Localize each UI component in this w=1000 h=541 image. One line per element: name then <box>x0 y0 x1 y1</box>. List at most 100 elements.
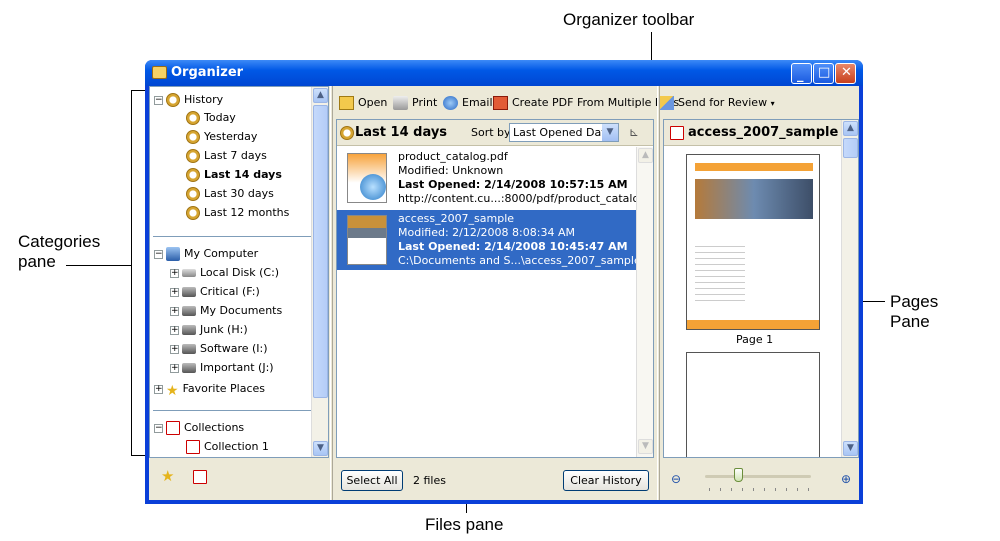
clock-icon <box>186 149 200 163</box>
sort-by-label: Sort by <box>471 126 511 139</box>
categories-pane: − History Today Yesterday Last 7 days Las… <box>149 86 329 458</box>
tree-history[interactable]: − History <box>154 91 223 109</box>
maximize-button[interactable]: □ <box>813 63 834 84</box>
open-button[interactable]: Open <box>339 95 387 111</box>
expand-icon[interactable]: + <box>170 287 179 297</box>
history-icon <box>166 93 180 107</box>
minimize-button[interactable]: _ <box>791 63 812 84</box>
dropdown-arrow-icon[interactable]: ▾ <box>771 99 775 108</box>
file-row-selected[interactable]: access_2007_sample Modified: 2/12/2008 8… <box>337 210 653 270</box>
zoom-out-icon[interactable]: ⊖ <box>671 472 681 486</box>
review-icon <box>659 96 674 110</box>
sort-order-icon[interactable]: ⊾ <box>629 125 639 139</box>
tree-today[interactable]: Today <box>186 109 236 127</box>
add-favorite-icon[interactable]: ★ <box>161 467 174 485</box>
collection-icon <box>186 440 200 454</box>
pages-heading: access_2007_sample <box>688 125 839 140</box>
file-modified: Modified: Unknown <box>398 164 504 177</box>
expand-icon[interactable]: + <box>170 363 179 373</box>
scroll-down-arrow-icon[interactable]: ▼ <box>638 439 653 454</box>
scroll-down-arrow-icon[interactable]: ▼ <box>843 441 858 456</box>
files-pane: Last 14 days Sort by Last Opened Date ▼ ⊾… <box>336 119 654 458</box>
tree-my-computer[interactable]: − My Computer <box>154 245 258 263</box>
categories-scrollbar[interactable]: ▲ ▼ <box>311 87 328 457</box>
collapse-icon[interactable]: − <box>154 95 163 105</box>
section-divider <box>153 410 311 411</box>
categories-callout: Categories pane <box>18 232 101 271</box>
tree-collections[interactable]: − Collections <box>154 419 244 437</box>
network-drive-icon <box>182 306 196 316</box>
file-name: product_catalog.pdf <box>398 150 508 163</box>
network-drive-icon <box>182 363 196 373</box>
email-icon <box>443 96 458 110</box>
close-button[interactable]: ✕ <box>835 63 856 84</box>
toolbar-callout: Organizer toolbar <box>563 10 695 29</box>
files-scrollbar[interactable]: ▲ ▼ <box>636 147 653 457</box>
computer-icon <box>166 247 180 261</box>
file-row[interactable]: product_catalog.pdf Modified: Unknown La… <box>337 148 653 208</box>
zoom-slider-thumb[interactable] <box>734 468 743 482</box>
splitter-left[interactable] <box>330 86 333 500</box>
clear-history-button[interactable]: Clear History <box>563 470 649 491</box>
tree-important[interactable]: + Important (J:) <box>170 359 274 377</box>
files-heading: Last 14 days <box>355 125 448 140</box>
page-thumbnail[interactable] <box>686 154 820 330</box>
collapse-icon[interactable]: − <box>154 423 163 433</box>
network-drive-icon <box>182 344 196 354</box>
create-pdf-button[interactable]: Create PDF From Multiple Files <box>493 95 679 111</box>
scroll-up-arrow-icon[interactable]: ▲ <box>313 88 328 103</box>
tree-yesterday[interactable]: Yesterday <box>186 128 257 146</box>
tree-local-disk[interactable]: + Local Disk (C:) <box>170 264 279 282</box>
pages-scrollbar[interactable]: ▲ ▼ <box>841 120 858 457</box>
file-modified: Modified: 2/12/2008 8:08:34 AM <box>398 226 575 239</box>
send-for-review-button[interactable]: Send for Review ▾ <box>659 95 775 111</box>
sort-select[interactable]: Last Opened Date ▼ <box>509 123 619 142</box>
scroll-up-arrow-icon[interactable]: ▲ <box>843 121 858 136</box>
window-client: − History Today Yesterday Last 7 days Las… <box>149 86 859 500</box>
network-drive-icon <box>182 287 196 297</box>
splitter-right[interactable] <box>657 86 660 500</box>
organizer-toolbar: Open Print Email Create PDF From Multipl… <box>333 86 859 116</box>
tree-last-12-months[interactable]: Last 12 months <box>186 204 289 222</box>
file-last-opened: Last Opened: 2/14/2008 10:45:47 AM <box>398 240 628 253</box>
email-button[interactable]: Email <box>443 95 493 111</box>
tree-my-documents[interactable]: + My Documents <box>170 302 282 320</box>
expand-icon[interactable]: + <box>170 344 179 354</box>
page-thumbnail[interactable] <box>686 352 820 457</box>
title-bar: Organizer _ □ ✕ <box>145 60 863 86</box>
clock-icon <box>186 168 200 182</box>
print-button[interactable]: Print <box>393 95 437 111</box>
file-path: http://content.cu...:8000/pdf/product_ca… <box>398 192 654 205</box>
pages-callout: Pages Pane <box>890 292 939 331</box>
zoom-in-icon[interactable]: ⊕ <box>841 472 851 486</box>
file-name: access_2007_sample <box>398 212 515 225</box>
printer-icon <box>393 96 408 110</box>
tree-favorite-places[interactable]: + ★ Favorite Places <box>154 380 265 399</box>
tree-junk[interactable]: + Junk (H:) <box>170 321 248 339</box>
disk-icon <box>182 269 196 277</box>
organizer-window: Organizer _ □ ✕ − History Today Yesterday… <box>145 60 863 504</box>
new-collection-icon[interactable] <box>193 470 207 484</box>
tree-critical[interactable]: + Critical (F:) <box>170 283 260 301</box>
tree-collection-1[interactable]: Collection 1 <box>186 438 269 456</box>
scroll-down-arrow-icon[interactable]: ▼ <box>313 441 328 456</box>
collapse-icon[interactable]: − <box>154 249 163 259</box>
expand-icon[interactable]: + <box>170 268 179 278</box>
scroll-thumb[interactable] <box>843 138 858 158</box>
files-header: Last 14 days Sort by Last Opened Date ▼ ⊾ <box>337 120 653 146</box>
tree-software[interactable]: + Software (I:) <box>170 340 268 358</box>
tree-last-14-days[interactable]: Last 14 days <box>186 166 282 184</box>
scroll-thumb[interactable] <box>313 105 328 398</box>
expand-icon[interactable]: + <box>170 306 179 316</box>
expand-icon[interactable]: + <box>154 384 163 394</box>
tree-last-30-days[interactable]: Last 30 days <box>186 185 274 203</box>
scroll-up-arrow-icon[interactable]: ▲ <box>638 148 653 163</box>
zoom-slider[interactable] <box>705 475 811 478</box>
tree-last-7-days[interactable]: Last 7 days <box>186 147 267 165</box>
create-pdf-icon <box>493 96 508 110</box>
select-all-button[interactable]: Select All <box>341 470 403 491</box>
expand-icon[interactable]: + <box>170 325 179 335</box>
file-last-opened: Last Opened: 2/14/2008 10:57:15 AM <box>398 178 628 191</box>
chevron-down-icon[interactable]: ▼ <box>602 124 618 141</box>
file-thumbnail <box>347 215 387 265</box>
